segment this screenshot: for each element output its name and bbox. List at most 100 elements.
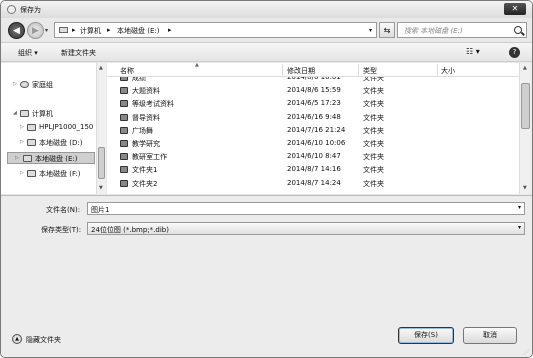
file-name: 文件夹1 bbox=[132, 166, 158, 175]
sidebar-item-label: 本地磁盘 (D:) bbox=[39, 139, 83, 147]
save-options-panel: 文件名(N): 图片1 ▾ 保存类型(T): 24位位图 (*.bmp;*.di… bbox=[1, 195, 532, 357]
view-options-icon[interactable]: ☷ ▾ bbox=[466, 47, 480, 56]
network-drive-icon bbox=[27, 124, 36, 131]
folder-icon bbox=[120, 126, 128, 134]
expand-icon[interactable]: ▷ bbox=[13, 81, 17, 87]
folder-icon bbox=[120, 140, 128, 147]
forward-button[interactable]: ▶ bbox=[27, 22, 44, 39]
disk-icon bbox=[27, 139, 36, 146]
organize-button[interactable]: 组织 ▾ bbox=[18, 48, 38, 58]
save-as-dialog: 保存为 ✕ ◀ ▶ ▾ ▸ 计算机 ▸ 本地磁盘 (E:) ▸ ▾ ⇆ 搜索 本… bbox=[0, 0, 533, 358]
sidebar-item-label: 本地磁盘 (F:) bbox=[39, 170, 81, 178]
search-input[interactable]: 搜索 本地磁盘 (E:) bbox=[397, 22, 527, 38]
sidebar-item-label: HPLJP1000_150 bbox=[39, 123, 94, 131]
cancel-button[interactable]: 取消 bbox=[463, 327, 517, 344]
table-row[interactable]: 等级考试资料 2014/6/5 17:23 文件夹 bbox=[107, 98, 519, 110]
breadcrumb-separator-icon[interactable]: ▸ bbox=[107, 26, 111, 34]
scroll-down-icon[interactable]: ▼ bbox=[523, 185, 527, 191]
history-dropdown-icon[interactable]: ▾ bbox=[45, 27, 48, 34]
chevron-down-icon[interactable]: ▾ bbox=[518, 224, 521, 231]
file-type: 文件夹 bbox=[363, 100, 384, 109]
file-name: 等级考试资料 bbox=[132, 100, 174, 109]
sidebar-item-hplj[interactable]: ▷ HPLJP1000_150 bbox=[1, 122, 96, 134]
navigation-pane: ▷ 家庭组 ◢ 计算机 ▷ HPLJP1000_150 ▷ 本地磁盘 (D:) … bbox=[1, 63, 106, 194]
search-icon[interactable] bbox=[514, 26, 522, 34]
chevron-down-icon[interactable]: ▾ bbox=[518, 204, 521, 211]
folder-icon bbox=[120, 100, 128, 108]
column-divider[interactable] bbox=[282, 64, 283, 76]
column-size[interactable]: 大小 bbox=[441, 66, 455, 76]
filetype-select[interactable]: 24位位图 (*.bmp;*.dib) ▾ bbox=[87, 222, 525, 235]
column-divider[interactable] bbox=[437, 64, 438, 76]
file-date: 2014/6/10 8:47 bbox=[287, 152, 341, 161]
new-folder-button[interactable]: 新建文件夹 bbox=[61, 48, 96, 58]
sidebar-item-homegroup[interactable]: ▷ 家庭组 bbox=[1, 79, 96, 91]
sidebar-item-label: 本地磁盘 (E:) bbox=[35, 155, 78, 163]
sidebar-item-label: 家庭组 bbox=[32, 81, 53, 89]
expand-icon[interactable]: ▷ bbox=[20, 124, 24, 130]
file-name: 教研室工作 bbox=[132, 153, 167, 162]
scroll-up-icon[interactable]: ▲ bbox=[99, 65, 103, 71]
sidebar-item-drive-d[interactable]: ▷ 本地磁盘 (D:) bbox=[1, 137, 96, 149]
breadcrumb-separator-icon[interactable]: ▸ bbox=[168, 26, 172, 34]
scroll-up-icon[interactable]: ▲ bbox=[523, 65, 527, 71]
column-name[interactable]: 名称 bbox=[120, 66, 134, 76]
chevron-up-icon[interactable]: ▲ bbox=[12, 334, 22, 344]
back-button[interactable]: ◀ bbox=[8, 22, 25, 39]
hide-folders-label: 隐藏文件夹 bbox=[26, 336, 61, 344]
help-icon[interactable]: ? bbox=[509, 47, 520, 58]
table-row[interactable]: 教研室工作 2014/6/10 8:47 文件夹 bbox=[107, 151, 519, 163]
disk-icon bbox=[23, 155, 32, 162]
scrollbar-thumb[interactable] bbox=[98, 147, 105, 179]
file-name: 教学研究 bbox=[132, 140, 160, 148]
expand-icon[interactable]: ▷ bbox=[20, 139, 24, 145]
file-type: 文件夹 bbox=[363, 87, 384, 96]
expand-icon[interactable]: ▷ bbox=[20, 170, 24, 176]
file-type: 文件夹 bbox=[363, 113, 384, 122]
expand-icon[interactable]: ▷ bbox=[15, 155, 19, 161]
refresh-button[interactable]: ⇆ bbox=[379, 22, 395, 38]
address-bar[interactable]: ▸ 计算机 ▸ 本地磁盘 (E:) ▸ ▾ bbox=[54, 22, 377, 38]
breadcrumb-drive[interactable]: 本地磁盘 (E:) bbox=[117, 26, 159, 36]
window-title: 保存为 bbox=[20, 6, 41, 14]
table-row[interactable]: 督导资料 2014/6/16 9:48 文件夹 bbox=[107, 112, 519, 124]
folder-icon bbox=[120, 113, 128, 121]
filename-value: 图片1 bbox=[91, 206, 110, 214]
folder-icon bbox=[120, 179, 128, 187]
table-row[interactable]: 文件夹1 2014/8/7 14:16 文件夹 bbox=[107, 164, 519, 176]
column-type[interactable]: 类型 bbox=[363, 66, 377, 76]
file-type: 文件夹 bbox=[363, 179, 384, 188]
collapse-icon[interactable]: ◢ bbox=[13, 110, 17, 116]
column-date[interactable]: 修改日期 bbox=[287, 66, 315, 76]
file-date: 2014/8/7 14:16 bbox=[287, 165, 341, 174]
column-divider[interactable] bbox=[358, 64, 359, 76]
app-icon bbox=[7, 5, 16, 14]
sidebar-item-computer[interactable]: ◢ 计算机 bbox=[1, 108, 96, 120]
save-button[interactable]: 保存(S) bbox=[398, 327, 454, 344]
file-date: 2014/6/10 10:06 bbox=[287, 139, 346, 147]
scrollbar-thumb[interactable] bbox=[521, 83, 530, 129]
table-row[interactable]: 大题资料 2014/8/6 15:59 文件夹 bbox=[107, 85, 519, 97]
breadcrumb-separator-icon[interactable]: ▸ bbox=[72, 26, 76, 34]
file-date: 2014/6/5 17:23 bbox=[287, 99, 341, 108]
homegroup-icon bbox=[20, 81, 29, 88]
breadcrumb-computer[interactable]: 计算机 bbox=[80, 26, 101, 36]
resize-grip-icon[interactable]: ⋰ bbox=[523, 349, 529, 356]
navigation-pane-scrollbar[interactable]: ▲ ▼ bbox=[96, 63, 106, 194]
column-header: ▲ 名称 修改日期 类型 大小 bbox=[107, 63, 519, 77]
scroll-down-icon[interactable]: ▼ bbox=[99, 185, 103, 191]
file-list-scrollbar[interactable]: ▲ ▼ bbox=[519, 63, 531, 194]
sidebar-item-drive-e[interactable]: ▷ 本地磁盘 (E:) bbox=[7, 152, 95, 164]
address-dropdown-icon[interactable]: ▾ bbox=[369, 27, 372, 34]
filename-field[interactable]: 图片1 ▾ bbox=[87, 202, 525, 215]
sidebar-item-drive-f[interactable]: ▷ 本地磁盘 (F:) bbox=[1, 168, 96, 180]
close-button[interactable]: ✕ bbox=[504, 3, 526, 15]
title-bar: 保存为 ✕ bbox=[1, 1, 532, 18]
table-row[interactable]: 教学研究 2014/6/10 10:06 文件夹 bbox=[107, 138, 519, 150]
file-type: 文件夹 bbox=[363, 153, 384, 162]
file-name: 督导资料 bbox=[132, 113, 160, 122]
computer-icon bbox=[20, 110, 29, 117]
table-row[interactable]: 文件夹2 2014/8/7 14:24 文件夹 bbox=[107, 178, 519, 190]
file-date: 2014/6/16 9:48 bbox=[287, 112, 341, 121]
table-row[interactable]: 广场舞 2014/7/16 21:24 文件夹 bbox=[107, 125, 519, 137]
